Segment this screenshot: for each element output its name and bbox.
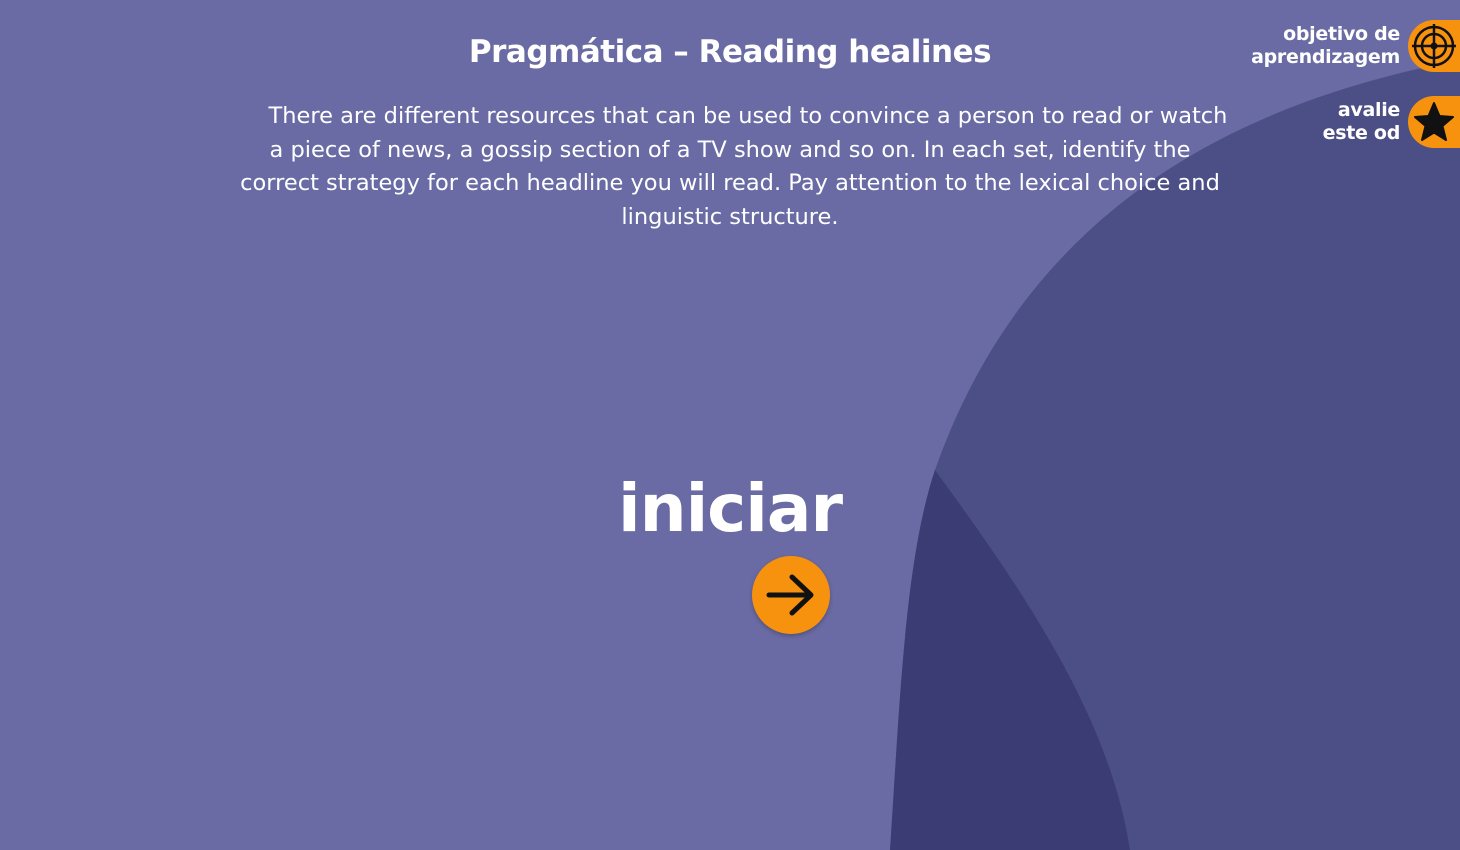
intro-paragraph: There are different resources that can b… (240, 103, 1228, 230)
star-icon (1414, 102, 1454, 141)
learning-objective-button[interactable]: objetivo de aprendizagem (1251, 20, 1460, 72)
learning-objective-label: objetivo de aprendizagem (1251, 23, 1400, 69)
start-button[interactable] (752, 556, 830, 634)
page-title: Pragmática – Reading healines (468, 34, 992, 70)
rate-this-line1: avalie (1337, 99, 1400, 121)
rate-this-label: avalie este od (1322, 99, 1401, 145)
learning-objective-line2: aprendizagem (1251, 46, 1400, 68)
target-icon (1412, 24, 1456, 68)
app-screen: Pragmática – Reading healines There are … (0, 0, 1460, 850)
rate-this-icon-badge (1408, 96, 1460, 148)
arrow-right-icon (766, 574, 814, 616)
learning-objective-line1: objetivo de (1283, 23, 1400, 45)
rate-this-button[interactable]: avalie este od (1323, 96, 1460, 148)
learning-objective-icon-badge (1408, 20, 1460, 72)
rate-this-line2: este od (1322, 122, 1401, 144)
start-label[interactable]: iniciar (560, 466, 900, 552)
